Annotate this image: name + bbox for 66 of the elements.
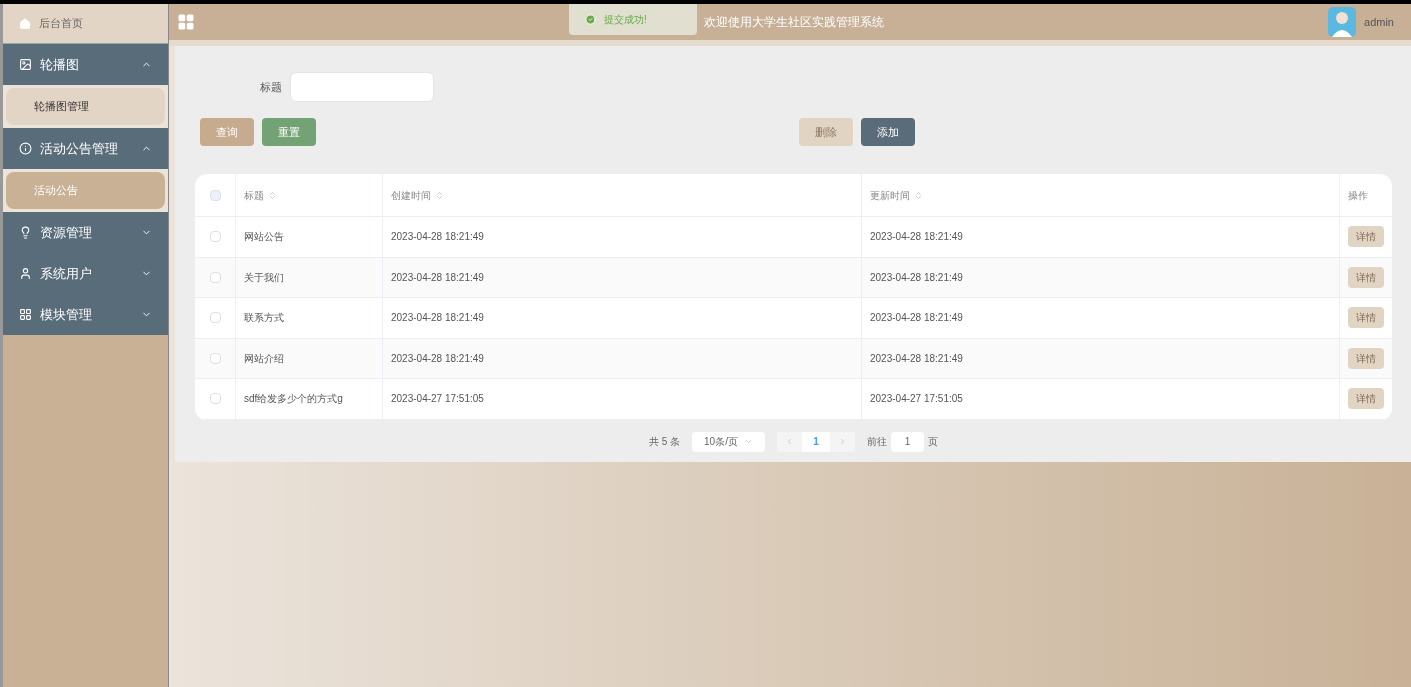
page-suffix: 页 [928,435,939,449]
avatar [1328,7,1357,37]
select-all-checkbox[interactable] [209,189,221,201]
system-title: 欢迎使用大学生社区实践管理系统 [704,14,884,31]
grid-icon [19,308,32,321]
table-cell-text: 2023-04-28 18:21:49 [391,311,484,326]
detail-button[interactable]: 详情 [1348,307,1384,329]
table-cell-text: 2023-04-28 18:21:49 [391,230,484,245]
table-cell-text: 网站公告 [244,230,284,245]
reset-button[interactable]: 重置 [262,118,316,146]
user-name: admin [1364,14,1394,30]
info-icon [19,142,32,155]
row-checkbox[interactable] [209,393,221,405]
sort-icon[interactable] [435,190,444,200]
detail-button[interactable]: 详情 [1348,347,1384,369]
table-cell-text: 2023-04-28 18:21:49 [870,351,963,366]
detail-button[interactable]: 详情 [1348,226,1384,248]
column-header[interactable]: 标题 [244,187,264,203]
menu-item[interactable]: 轮播图管理 [6,88,165,125]
row-checkbox[interactable] [209,271,221,283]
column-header[interactable]: 创建时间 [391,187,431,203]
column-header[interactable]: 更新时间 [870,187,910,203]
menu-group[interactable]: 活动公告管理 [3,128,168,169]
column-header: 操作 [1348,188,1368,203]
row-checkbox[interactable] [209,312,221,324]
field-label: 标题 [260,79,282,95]
add-button[interactable]: 添加 [861,118,915,146]
prev-page-button[interactable] [777,431,803,452]
grid-icon[interactable] [177,13,195,31]
lightbulb-icon [19,226,32,239]
sort-icon[interactable] [914,190,923,200]
table-cell-text: 2023-04-28 18:21:49 [391,351,484,366]
home-menu-item[interactable]: 后台首页 [3,4,168,44]
next-page-button[interactable] [830,431,856,452]
row-checkbox[interactable] [209,231,221,243]
row-checkbox[interactable] [209,352,221,364]
title-search-field[interactable] [290,72,434,102]
picture-frame-icon [19,58,32,71]
toast: 提交成功! [569,4,697,35]
table-cell-text: 2023-04-28 18:21:49 [870,311,963,326]
table-cell-text: 关于我们 [244,270,284,285]
goto-page-field[interactable]: 1 [891,431,925,452]
user-icon [19,267,32,280]
table-cell-text: 2023-04-27 17:51:05 [870,392,963,407]
success-icon [585,14,596,25]
page-size-select[interactable]: 10条/页 [692,431,766,452]
table-cell-text: 联系方式 [244,311,284,326]
home-icon [19,17,31,30]
table-cell-text: 2023-04-27 17:51:05 [391,392,484,407]
detail-button[interactable]: 详情 [1348,388,1384,410]
menu-group[interactable]: 资源管理 [3,212,168,253]
menu-group[interactable]: 轮播图 [3,44,168,85]
table-cell-text: sdf给发多少个的方式g [244,392,343,407]
total-count: 共 5 条 [648,435,681,449]
detail-button[interactable]: 详情 [1348,266,1384,288]
table-cell-text: 2023-04-28 18:21:49 [391,270,484,285]
caret-icon [744,437,754,446]
goto-label: 前往 [867,435,888,449]
menu-group[interactable]: 系统用户 [3,253,168,294]
page-number[interactable]: 1 [802,431,831,452]
search-button[interactable]: 查询 [200,118,254,146]
menu-group[interactable]: 模块管理 [3,294,168,335]
table-cell-text: 2023-04-28 18:21:49 [870,230,963,245]
sort-icon[interactable] [268,190,277,200]
table-cell-text: 网站介绍 [244,351,284,366]
table-cell-text: 2023-04-28 18:21:49 [870,270,963,285]
